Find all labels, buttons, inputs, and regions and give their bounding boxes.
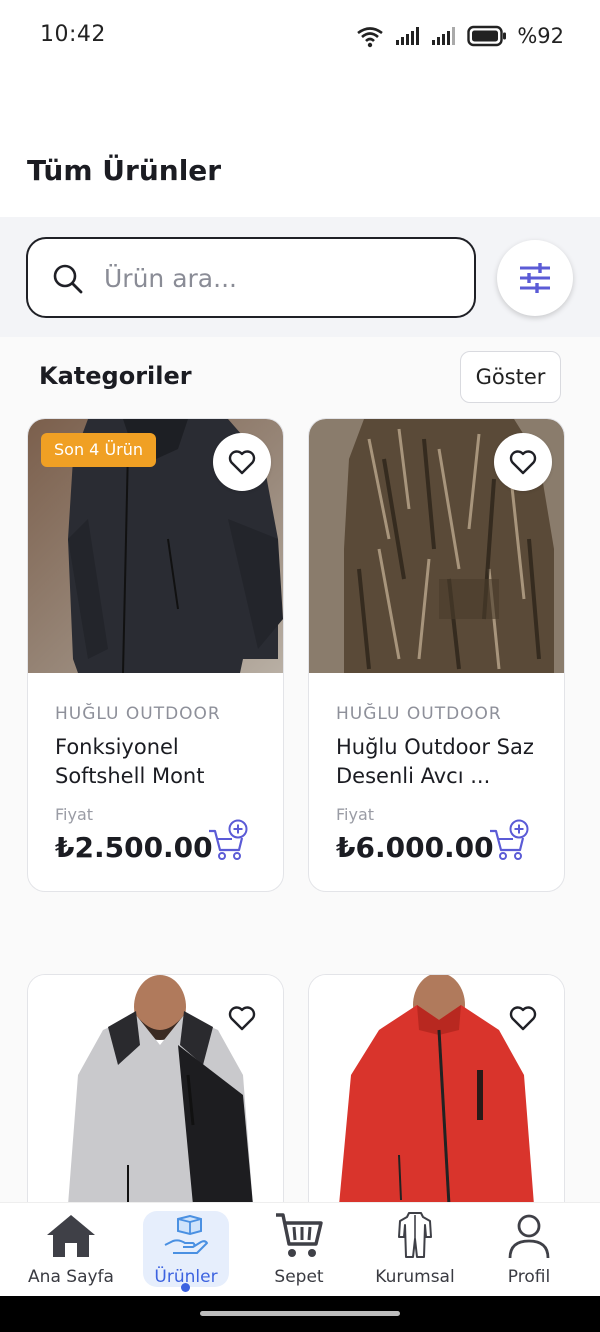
product-list-area[interactable]: Kategoriler Göster Son 4 Ürün HUĞLU OUTD… [0, 337, 600, 1202]
favorite-button[interactable] [213, 989, 271, 1047]
product-card[interactable] [27, 974, 284, 1202]
status-icons: %92 [355, 24, 564, 48]
heart-icon [228, 450, 256, 475]
product-price: ₺6.000.00 [336, 831, 494, 864]
products-icon [164, 1215, 208, 1254]
page-title: Tüm Ürünler [27, 154, 222, 187]
search-icon [53, 264, 83, 294]
home-icon [47, 1215, 95, 1257]
product-brand: HUĞLU OUTDOOR [336, 704, 502, 724]
categories-title: Kategoriler [39, 362, 192, 390]
coverall-icon [398, 1212, 432, 1258]
product-image: Son 4 Ürün [28, 419, 283, 673]
add-to-cart-button[interactable] [207, 819, 249, 865]
product-price: ₺2.500.00 [55, 831, 213, 864]
cart-icon [276, 1213, 323, 1257]
filter-sliders-icon [520, 263, 550, 293]
add-to-cart-icon [209, 819, 248, 860]
signal-icon-2 [432, 27, 456, 45]
search-input[interactable]: Ürün ara... [26, 237, 476, 318]
nav-label: Ana Sayfa [28, 1267, 114, 1287]
status-time: 10:42 [40, 22, 106, 47]
add-to-cart-icon [490, 819, 529, 860]
product-image [28, 975, 283, 1202]
battery-icon [467, 25, 507, 47]
nav-label: Kurumsal [375, 1267, 455, 1287]
nav-label: Sepet [274, 1267, 324, 1287]
nav-label: Profil [507, 1267, 551, 1287]
heart-icon [228, 1006, 256, 1031]
favorite-button[interactable] [213, 433, 271, 491]
product-card[interactable]: Son 4 Ürün HUĞLU OUTDOOR Fonksiyonel Sof… [27, 418, 284, 892]
home-gesture-handle[interactable] [200, 1311, 400, 1316]
search-placeholder: Ürün ara... [104, 264, 237, 293]
nav-item-profile[interactable]: Profil [476, 1203, 582, 1297]
stock-badge: Son 4 Ürün [41, 433, 157, 467]
favorite-button[interactable] [494, 433, 552, 491]
nav-item-home[interactable]: Ana Sayfa [18, 1203, 124, 1297]
product-card[interactable] [308, 974, 565, 1202]
price-label: Fiyat [55, 805, 94, 824]
filter-button[interactable] [497, 240, 573, 316]
price-label: Fiyat [336, 805, 375, 824]
nav-item-corporate[interactable]: Kurumsal [362, 1203, 468, 1297]
product-name: Fonksiyonel Softshell Mont [55, 735, 205, 788]
battery-percent: %92 [517, 24, 564, 48]
profile-icon [508, 1214, 550, 1259]
product-image [309, 419, 564, 673]
bottom-navigation: Ana Sayfa Ürünler Sepet Kurumsal Profil [0, 1202, 600, 1296]
status-bar: 10:42 %92 [0, 0, 600, 74]
system-gesture-bar [0, 1296, 600, 1332]
show-categories-button[interactable]: Göster [460, 351, 561, 403]
add-to-cart-button[interactable] [488, 819, 530, 865]
nav-active-dot [181, 1283, 190, 1292]
nav-item-cart[interactable]: Sepet [246, 1203, 352, 1297]
wifi-icon [357, 27, 384, 48]
signal-icon [396, 27, 420, 45]
product-image [309, 975, 564, 1202]
product-brand: HUĞLU OUTDOOR [55, 704, 221, 724]
heart-icon [509, 1006, 537, 1031]
product-card[interactable]: HUĞLU OUTDOOR Huğlu Outdoor Saz Desenli … [308, 418, 565, 892]
favorite-button[interactable] [494, 989, 552, 1047]
product-name: Huğlu Outdoor Saz Desenli Avcı ... [336, 735, 534, 788]
heart-icon [509, 450, 537, 475]
